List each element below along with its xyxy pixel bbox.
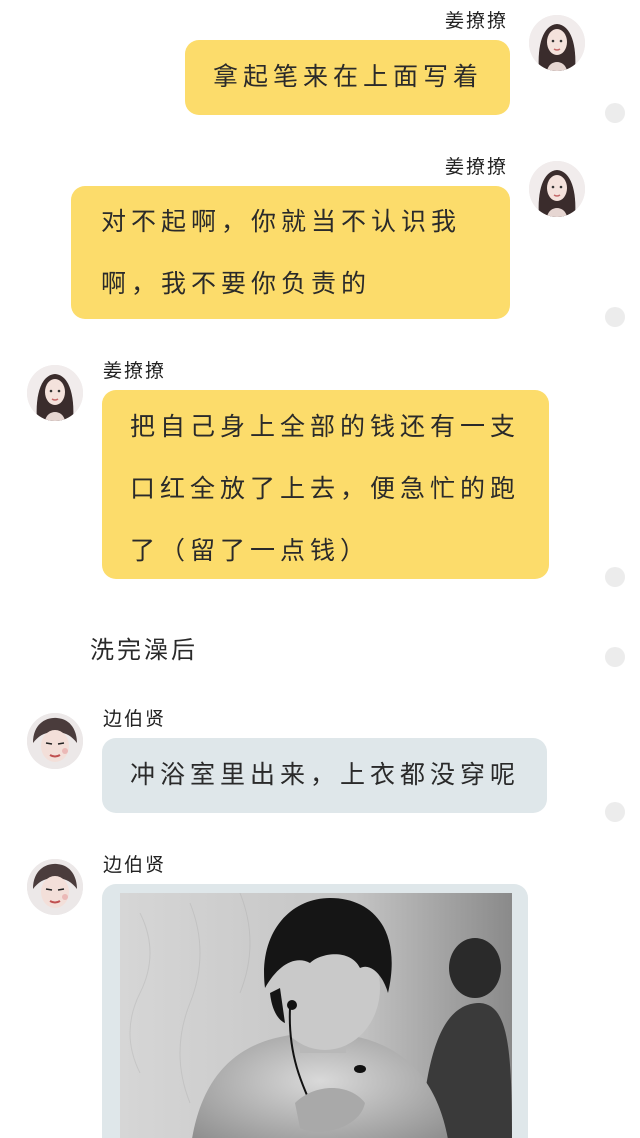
message-bubble[interactable]: 对不起啊，你就当不认识我 啊，我不要你负责的 bbox=[71, 186, 510, 319]
sender-name: 边伯贤 bbox=[103, 708, 167, 730]
shared-photo[interactable] bbox=[120, 893, 512, 1138]
message-text: 口红全放了上去，便急忙的跑 bbox=[130, 474, 521, 503]
avatar[interactable] bbox=[529, 15, 585, 71]
select-indicator[interactable] bbox=[605, 647, 625, 667]
sender-name: 姜撩撩 bbox=[444, 156, 508, 178]
sender-name: 边伯贤 bbox=[103, 854, 167, 876]
select-indicator[interactable] bbox=[605, 103, 625, 123]
sender-name: 姜撩撩 bbox=[444, 10, 508, 32]
sender-name: 姜撩撩 bbox=[103, 360, 167, 382]
select-indicator[interactable] bbox=[605, 802, 625, 822]
message-text: 把自己身上全部的钱还有一支 bbox=[130, 412, 521, 441]
avatar[interactable] bbox=[27, 365, 83, 421]
select-indicator[interactable] bbox=[605, 307, 625, 327]
message-bubble[interactable]: 拿起笔来在上面写着 bbox=[185, 40, 510, 115]
message-text: 拿起笔来在上面写着 bbox=[213, 62, 484, 91]
narration-text: 洗完澡后 bbox=[90, 636, 198, 664]
message-text: 了（留了一点钱） bbox=[130, 536, 371, 565]
message-bubble[interactable]: 把自己身上全部的钱还有一支 口红全放了上去，便急忙的跑 了（留了一点钱） bbox=[102, 390, 549, 579]
message-text: 啊，我不要你负责的 bbox=[101, 269, 372, 298]
select-indicator[interactable] bbox=[605, 567, 625, 587]
message-text: 冲浴室里出来，上衣都没穿呢 bbox=[130, 760, 521, 789]
avatar[interactable] bbox=[27, 859, 83, 915]
avatar[interactable] bbox=[27, 713, 83, 769]
chat-screen: 姜撩撩 拿起笔来在上面写着 姜撩撩 对不起啊，你就当不认识我 啊，我不要你负责的 bbox=[0, 0, 640, 1138]
message-text: 对不起啊，你就当不认识我 bbox=[101, 207, 462, 236]
avatar[interactable] bbox=[529, 161, 585, 217]
message-bubble[interactable]: 冲浴室里出来，上衣都没穿呢 bbox=[102, 738, 547, 813]
